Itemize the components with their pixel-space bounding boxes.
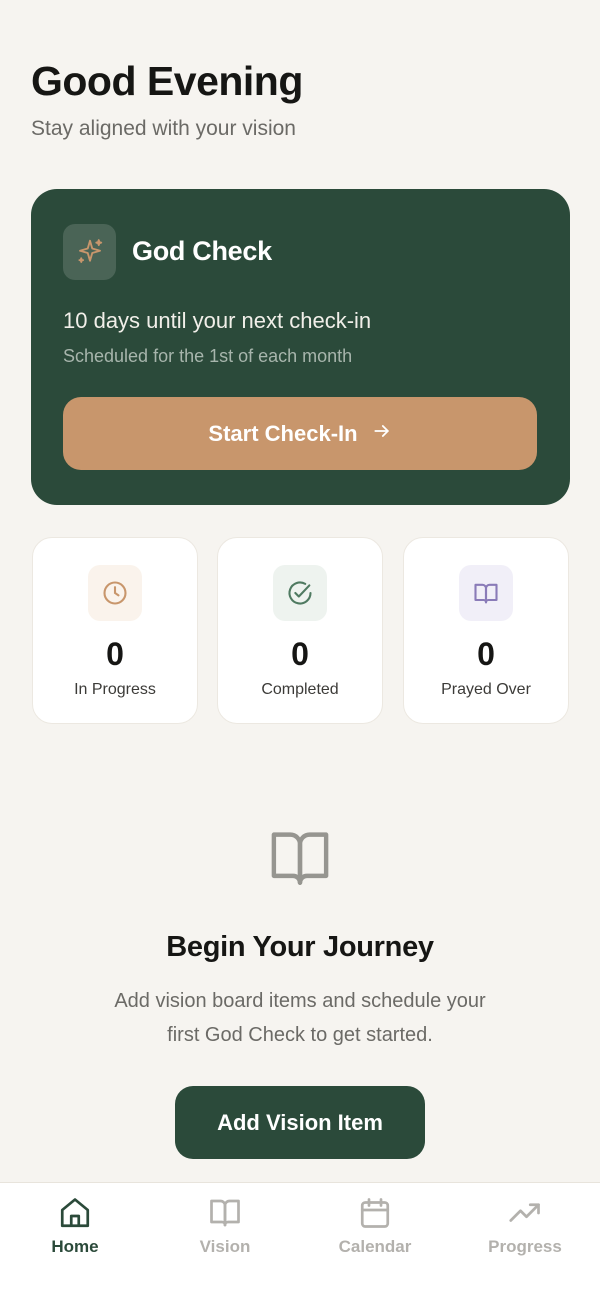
stat-value: 0 (477, 636, 495, 672)
start-check-in-button[interactable]: Start Check-In (63, 397, 537, 470)
stat-card-prayed-over[interactable]: 0 Prayed Over (403, 537, 569, 724)
tab-label: Calendar (338, 1237, 412, 1256)
stat-label: In Progress (74, 681, 156, 698)
tab-label: Vision (199, 1237, 251, 1256)
tab-label: Home (51, 1237, 99, 1256)
days-until-check-in: 10 days until your next check-in (63, 308, 372, 333)
arrow-right-icon (372, 421, 392, 447)
stat-value: 0 (106, 636, 124, 672)
tab-calendar[interactable]: Calendar (300, 1183, 450, 1299)
book-icon (459, 565, 513, 621)
stat-label: Completed (261, 681, 339, 698)
tab-home[interactable]: Home (0, 1183, 150, 1299)
trending-up-icon (507, 1195, 543, 1231)
check-in-schedule: Scheduled for the 1st of each month (63, 346, 353, 366)
start-check-in-label: Start Check-In (208, 420, 358, 446)
book-icon (207, 1195, 243, 1231)
home-screen: Good Evening Stay aligned with your visi… (0, 0, 600, 1299)
god-check-card: God Check 10 days until your next check-… (31, 189, 570, 505)
greeting-title: Good Evening (31, 58, 303, 104)
tab-label: Progress (488, 1237, 562, 1256)
stat-card-in-progress[interactable]: 0 In Progress (32, 537, 198, 724)
stat-value: 0 (291, 636, 309, 672)
greeting-subtitle: Stay aligned with your vision (31, 117, 296, 140)
empty-state-line-1: Add vision board items and schedule your (114, 990, 486, 1012)
tab-progress[interactable]: Progress (450, 1183, 600, 1299)
tab-vision[interactable]: Vision (150, 1183, 300, 1299)
empty-state-title: Begin Your Journey (166, 931, 434, 963)
check-circle-icon (273, 565, 327, 621)
open-book-icon (265, 825, 335, 896)
god-check-title: God Check (132, 236, 272, 266)
stat-card-completed[interactable]: 0 Completed (217, 537, 383, 724)
add-vision-item-button[interactable]: Add Vision Item (175, 1086, 425, 1159)
clock-icon (88, 565, 142, 621)
calendar-icon (357, 1195, 393, 1231)
sparkle-icon (63, 224, 116, 280)
bottom-tab-bar: Home Vision Calendar Progress (0, 1182, 600, 1299)
empty-state-line-2: first God Check to get started. (167, 1024, 433, 1046)
stat-label: Prayed Over (441, 681, 531, 698)
empty-state-description: Add vision board items and schedule your… (90, 984, 510, 1052)
home-icon (57, 1195, 93, 1231)
